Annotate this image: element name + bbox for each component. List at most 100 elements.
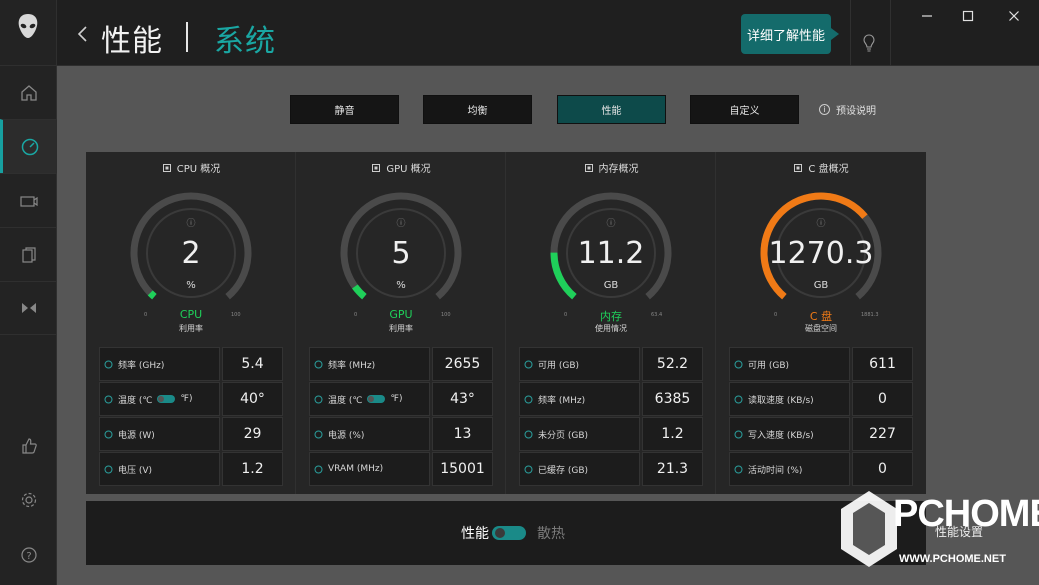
stat-label-cell: 可用 (GB)	[729, 347, 850, 381]
stat-value: 611	[852, 347, 913, 381]
stat-label: 温度 (℃	[118, 395, 153, 406]
stats-table: 可用 (GB) 52.2 频率 (MHz) 6385 未分页 (GB) 1.2 …	[519, 347, 703, 487]
power-icon	[314, 430, 323, 438]
mode-custom-button[interactable]: 自定义	[690, 95, 799, 124]
gauge-unit: GB	[813, 280, 829, 291]
gauge-icon	[314, 465, 323, 473]
stat-value: 1.2	[642, 417, 703, 451]
gauge-icon	[524, 465, 533, 473]
sidebar-item-library[interactable]	[0, 227, 57, 281]
gpu-icon	[372, 163, 381, 172]
header-separator	[890, 0, 891, 66]
stat-label: 频率 (MHz)	[538, 395, 586, 406]
minimize-icon	[922, 15, 932, 17]
stat-label: 频率 (MHz)	[328, 360, 376, 371]
panel-title: 内存概况	[506, 160, 716, 175]
thermometer-icon	[734, 395, 743, 403]
preset-info-link[interactable]: i 预设说明	[819, 102, 876, 117]
gauge-label: GPU	[389, 308, 413, 321]
gauge-info-icon[interactable]: ⓘ	[86, 216, 296, 229]
overview-panels: CPU 概况 ⓘ 2 % 0 100 CPU 利用率 频率 (GHz) 5.4 …	[86, 152, 926, 494]
stat-label: 活动时间 (%)	[748, 465, 803, 476]
stat-row: 可用 (GB) 611	[729, 347, 913, 382]
overview-panel: CPU 概况 ⓘ 2 % 0 100 CPU 利用率 频率 (GHz) 5.4 …	[86, 152, 296, 494]
sidebar-item-feedback[interactable]	[0, 419, 57, 473]
stat-label: 已缓存 (GB)	[538, 465, 589, 476]
sidebar-item-performance[interactable]	[0, 119, 57, 173]
stat-label-cell: 读取速度 (KB/s)	[729, 382, 850, 416]
stat-label-cell: 电源 (%)	[309, 417, 430, 451]
stat-label-cell: 频率 (GHz)	[99, 347, 220, 381]
gauge-icon	[104, 360, 113, 368]
panel-title-text: 内存概况	[598, 164, 639, 175]
mode-performance-button[interactable]: 性能	[557, 95, 666, 124]
stat-label: 电源 (%)	[328, 430, 365, 441]
stat-label: 可用 (GB)	[538, 360, 580, 371]
panel-title: GPU 概况	[296, 160, 506, 175]
temp-unit-toggle[interactable]	[367, 395, 386, 403]
stat-row: 未分页 (GB) 1.2	[519, 417, 703, 452]
stat-label-cell: 电源 (W)	[99, 417, 220, 451]
performance-icon	[21, 138, 39, 155]
stat-row: VRAM (MHz) 15001	[309, 452, 493, 487]
stat-row: 电压 (V) 1.2	[99, 452, 283, 487]
stat-value: 52.2	[642, 347, 703, 381]
thumbs-up-icon	[21, 438, 37, 454]
gauge-info-icon[interactable]: ⓘ	[506, 216, 716, 229]
maximize-button[interactable]	[958, 6, 978, 26]
gauge-icon	[524, 360, 533, 368]
stat-row: 读取速度 (KB/s) 0	[729, 382, 913, 417]
stat-label-cell: 未分页 (GB)	[519, 417, 640, 451]
power-icon	[104, 430, 113, 438]
panel-title-text: GPU 概况	[386, 164, 431, 175]
gauge-label: 内存	[600, 310, 622, 323]
preset-info-label: 预设说明	[836, 106, 876, 117]
stat-label: 未分页 (GB)	[538, 430, 589, 441]
stat-label: 温度 (℃	[328, 395, 363, 406]
stat-label: 写入速度 (KB/s)	[748, 430, 814, 441]
disk-icon	[794, 163, 803, 172]
learn-more-button[interactable]: 详细了解性能	[741, 14, 839, 54]
stat-label: 可用 (GB)	[748, 360, 790, 371]
temp-unit-toggle[interactable]	[157, 395, 176, 403]
minimize-button[interactable]	[917, 6, 937, 26]
panel-title: CPU 概况	[86, 160, 296, 175]
stat-label-cell: 已缓存 (GB)	[519, 452, 640, 486]
alien-logo-icon	[18, 14, 38, 38]
power-icon	[734, 430, 743, 438]
overview-panel: C 盘概况 ⓘ 1270.3 GB 0 1881.3 C 盘 磁盘空间 可用 (…	[716, 152, 926, 494]
gauge-info-icon[interactable]: ⓘ	[716, 216, 926, 229]
stat-label-cell: 温度 (℃ ℉)	[99, 382, 220, 416]
stat-value: 0	[852, 452, 913, 486]
close-button[interactable]	[1004, 6, 1024, 26]
gauge-unit: %	[396, 280, 406, 291]
thermal-label: 散热	[537, 526, 565, 542]
sidebar-item-keyboard[interactable]	[0, 173, 57, 227]
stat-row: 可用 (GB) 52.2	[519, 347, 703, 382]
maximize-icon	[962, 10, 974, 22]
audio-icon	[21, 303, 36, 313]
performance-thermal-toggle[interactable]	[492, 526, 526, 540]
stat-label-cell: 温度 (℃ ℉)	[309, 382, 430, 416]
sidebar-item-help[interactable]: ?	[0, 528, 57, 582]
back-chevron-icon[interactable]	[75, 24, 89, 44]
gauge-value: 5	[391, 236, 411, 271]
stat-value: 29	[222, 417, 283, 451]
mode-quiet-button[interactable]: 静音	[290, 95, 399, 124]
lightbulb-icon[interactable]	[862, 33, 876, 53]
sidebar: ?	[0, 0, 57, 585]
gauge-icon	[734, 360, 743, 368]
stat-value: 13	[432, 417, 493, 451]
sidebar-item-home[interactable]	[0, 65, 57, 119]
page-title: 性能	[101, 24, 163, 59]
gauge-info-icon[interactable]: ⓘ	[296, 216, 506, 229]
gauge-value: 2	[181, 236, 201, 271]
home-icon	[20, 84, 37, 101]
sidebar-item-audio[interactable]	[0, 281, 57, 335]
pchome-watermark: PCHOME 性能设置 WWW.PCHOME.NET	[835, 485, 1039, 580]
mode-balanced-button[interactable]: 均衡	[423, 95, 532, 124]
sidebar-item-settings[interactable]	[0, 473, 57, 527]
header-separator	[850, 0, 851, 66]
gauge-sublabel: 磁盘空间	[805, 324, 837, 333]
close-icon	[1009, 11, 1019, 21]
